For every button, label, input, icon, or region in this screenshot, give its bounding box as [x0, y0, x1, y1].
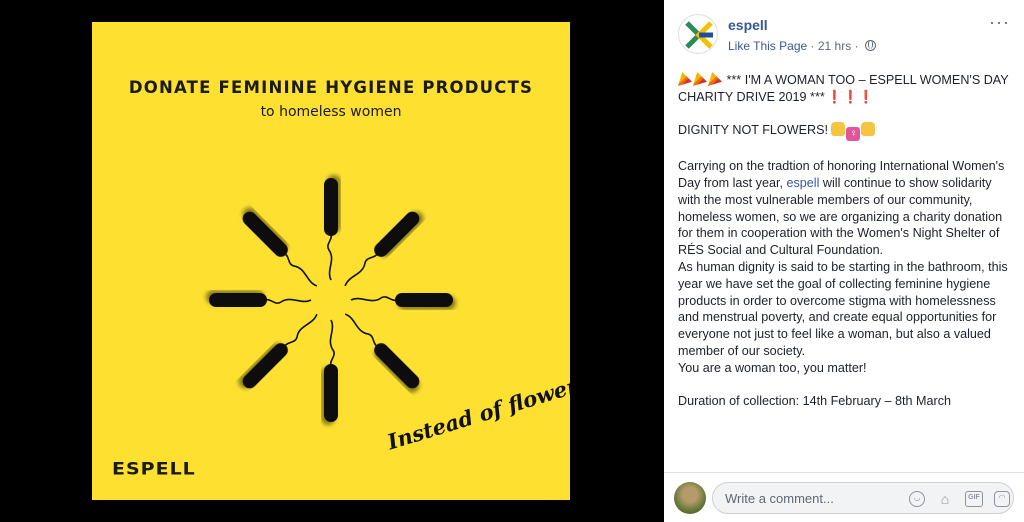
smiley-icon[interactable]: ◡ — [909, 491, 925, 507]
post-slogan-line: DIGNITY NOT FLOWERS! ♀ — [678, 122, 1010, 142]
tampon-shape — [324, 178, 338, 281]
comment-input[interactable] — [725, 491, 885, 506]
tampon-shape — [242, 211, 318, 287]
meta-separator: · — [810, 39, 815, 53]
tampon-shape — [344, 211, 420, 287]
more-options-icon[interactable]: ··· — [989, 12, 1010, 33]
tampon-starburst-illustration — [209, 178, 453, 422]
tampon-shape — [209, 293, 312, 307]
tampon-shape — [344, 313, 420, 389]
espell-logo: ESPELL — [112, 459, 196, 479]
photo-viewer: DONATE FEMININE HYGIENE PRODUCTS to home… — [0, 0, 664, 522]
tampon-shape — [242, 313, 318, 389]
meta-separator: · — [854, 39, 859, 53]
comment-box[interactable]: ◡ ⌂ GIF ◠ — [712, 482, 1014, 514]
post-duration: Duration of collection: 14th February – … — [678, 394, 952, 409]
post-slogan: DIGNITY NOT FLOWERS! — [678, 123, 828, 138]
post-headline-line: *** I'M A WOMAN TOO – ESPELL WOMEN'S DAY… — [678, 72, 1010, 106]
page-avatar[interactable] — [678, 14, 718, 54]
espell-logo-icon — [685, 21, 713, 49]
raised-fist-icon — [831, 122, 846, 137]
camera-icon[interactable]: ⌂ — [937, 491, 953, 507]
like-page-link[interactable]: Like This Page — [728, 39, 807, 53]
page-name-link[interactable]: espell — [728, 17, 768, 33]
page-mention-link[interactable]: espell — [786, 176, 819, 190]
post-paragraph-3: You are a woman too, you matter! — [678, 360, 867, 375]
party-popper-icon — [693, 72, 707, 86]
post-paragraph-2: As human dignity is said to be starting … — [678, 259, 1008, 358]
tampon-shape — [350, 293, 453, 307]
raised-fist-icon — [861, 122, 876, 137]
gif-icon[interactable]: GIF — [965, 491, 983, 507]
post-header: espell Like This Page · 21 hrs · ··· — [678, 12, 1010, 58]
comment-composer: ◡ ⌂ GIF ◠ — [664, 473, 1024, 522]
exclamation-icon: ❗❗❗ — [826, 89, 874, 104]
post-paragraph-1: Carrying on the tradtion of honoring Int… — [678, 158, 1010, 259]
globe-icon — [864, 40, 876, 51]
post-image[interactable]: DONATE FEMININE HYGIENE PRODUCTS to home… — [92, 22, 570, 500]
party-popper-icon — [678, 72, 692, 86]
tampon-shape — [324, 319, 338, 422]
sticker-icon[interactable]: ◠ — [994, 491, 1010, 507]
party-popper-icon — [708, 72, 722, 86]
post-meta: Like This Page · 21 hrs · — [728, 39, 876, 53]
post-panel: espell Like This Page · 21 hrs · ··· ***… — [664, 0, 1024, 522]
post-timestamp[interactable]: 21 hrs — [818, 39, 851, 53]
female-sign-icon: ♀ — [846, 127, 861, 142]
post-text: *** I'M A WOMAN TOO – ESPELL WOMEN'S DAY… — [678, 72, 1010, 410]
user-avatar[interactable] — [674, 482, 706, 514]
